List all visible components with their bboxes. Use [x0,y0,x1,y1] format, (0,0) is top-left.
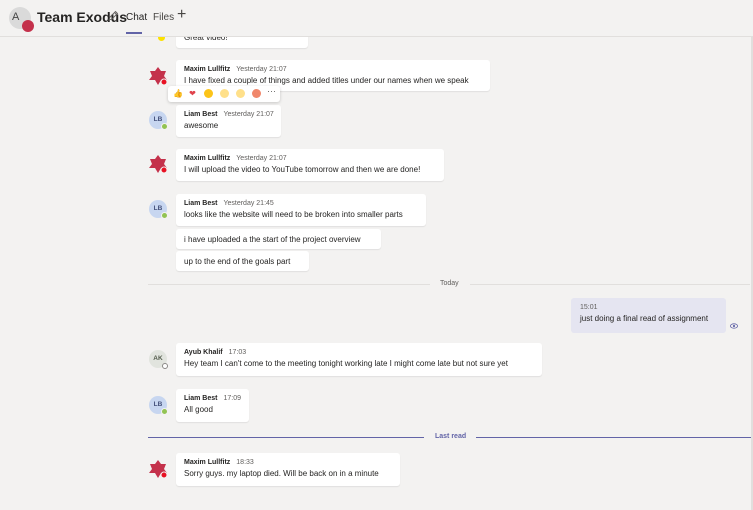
date-divider-label: Today [440,280,459,287]
message-bubble[interactable]: Liam Best Yesterday 21:07 awesome [176,105,281,137]
message-meta: 15:01 [571,298,726,311]
message-meta: Maxim Lullfitz 18:33 [176,453,400,466]
last-read-line [148,437,424,438]
timestamp: Yesterday 21:07 [223,111,274,118]
presence-available-icon [161,212,168,219]
author-name: Maxim Lullfitz [184,155,231,162]
author-name: Maxim Lullfitz [184,66,231,73]
like-reaction-icon[interactable]: 👍 [173,89,183,98]
message-text: Sorry guys. my laptop died. Will be back… [184,469,379,478]
date-divider-line [148,284,430,285]
author-name: Ayub Khalif [184,349,223,356]
timestamp: 17:09 [223,395,241,402]
avatar-liam[interactable]: LB [149,396,168,415]
my-message-bubble[interactable]: 15:01 just doing a final read of assignm… [571,298,726,333]
presence-available-icon [161,408,168,415]
message-text: just doing a final read of assignment [580,314,709,323]
more-options-icon[interactable]: ··· [267,87,276,96]
surprised-reaction-icon[interactable] [220,89,229,98]
author-name: Liam Best [184,111,218,118]
team-avatar-badge [22,20,34,32]
avatar-initials: LB [153,116,163,123]
reaction-bar: 👍 ❤ ··· [168,86,280,102]
read-receipt-eye-icon [730,323,738,329]
heart-reaction-icon[interactable]: ❤ [188,89,197,98]
avatar-ayub[interactable]: AK [149,350,168,369]
message-bubble[interactable]: up to the end of the goals part [176,251,309,271]
laugh-reaction-icon[interactable] [204,89,213,98]
message-meta: Liam Best Yesterday 21:45 [176,194,426,207]
tab-files[interactable]: Files [153,12,174,23]
message-text: All good [184,405,213,414]
avatar-liam[interactable]: LB [149,111,168,130]
presence-offline-icon [162,363,168,369]
timestamp: Yesterday 21:07 [236,66,287,73]
message-bubble[interactable]: Maxim Lullfitz 18:33 Sorry guys. my lapto… [176,453,400,486]
add-tab-plus-icon[interactable]: + [177,6,186,24]
avatar-initials: AK [153,355,163,362]
team-avatar[interactable]: A [9,7,34,32]
message-meta: Liam Best 17:09 [176,389,249,402]
sad-reaction-icon[interactable] [236,89,245,98]
last-read-line [476,437,752,438]
message-meta: Maxim Lullfitz Yesterday 21:07 [176,60,490,73]
message-text: looks like the website will need to be b… [184,210,403,219]
edit-pencil-icon[interactable] [107,10,119,22]
avatar-liam[interactable]: LB [149,200,168,219]
timestamp: Yesterday 21:07 [236,155,287,162]
timestamp: Yesterday 21:45 [223,200,274,207]
author-name: Maxim Lullfitz [184,459,231,466]
message-text: I will upload the video to YouTube tomor… [184,165,421,174]
message-text: Hey team I can't come to the meeting ton… [184,359,508,368]
timestamp: 15:01 [580,304,598,311]
message-text: up to the end of the goals part [184,257,291,266]
author-name: Liam Best [184,200,218,207]
angry-reaction-icon[interactable] [252,89,261,98]
message-meta: Maxim Lullfitz Yesterday 21:07 [176,149,444,162]
presence-available-icon [161,123,168,130]
tab-chat[interactable]: Chat [126,12,147,23]
message-bubble[interactable]: Liam Best Yesterday 21:45 looks like the … [176,194,426,226]
message-bubble[interactable]: Ayub Khalif 17:03 Hey team I can't come t… [176,343,542,376]
avatar-maxim[interactable] [148,66,168,86]
message-bubble[interactable]: Liam Best 17:09 All good [176,389,249,422]
team-avatar-letter: A [12,11,20,23]
message-text: i have uploaded a the start of the proje… [184,235,361,244]
timestamp: 17:03 [228,349,247,356]
date-divider-line [470,284,750,285]
last-read-label: Last read [435,433,467,440]
author-name: Liam Best [184,395,218,402]
message-bubble[interactable]: i have uploaded a the start of the proje… [176,229,381,249]
avatar-maxim[interactable] [148,459,168,479]
active-tab-indicator [126,32,142,34]
avatar-maxim[interactable] [148,154,168,174]
message-meta: Ayub Khalif 17:03 [176,343,542,356]
message-bubble[interactable]: Maxim Lullfitz Yesterday 21:07 I will upl… [176,149,444,181]
message-meta: Liam Best Yesterday 21:07 [176,105,281,118]
avatar-initials: LB [153,205,163,212]
message-text: awesome [184,121,219,130]
timestamp: 18:33 [236,459,254,466]
channel-header: A Team Exodus Chat Files + [0,0,753,37]
avatar-initials: LB [153,401,163,408]
